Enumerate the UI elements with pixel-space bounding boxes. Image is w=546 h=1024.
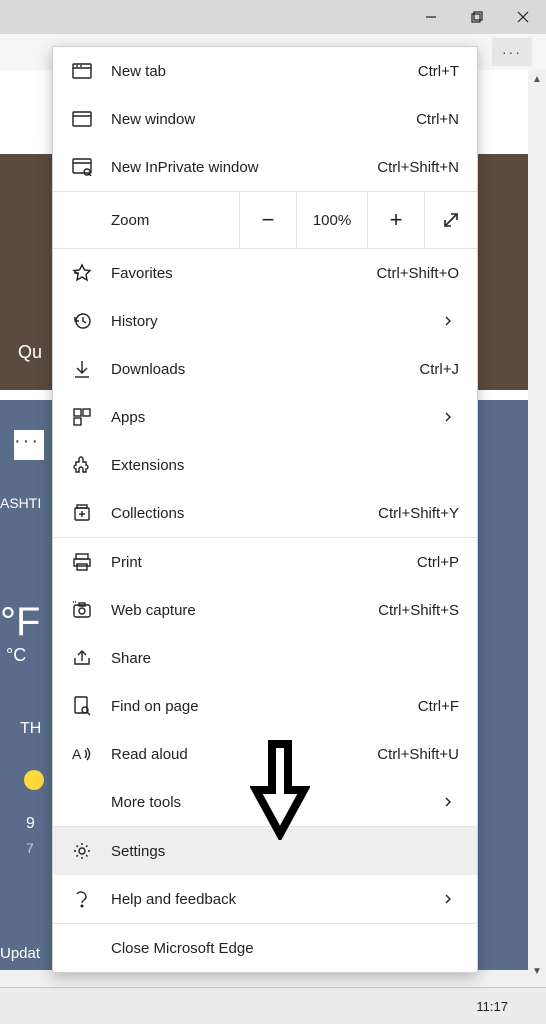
menu-item-share[interactable]: Share: [53, 634, 477, 682]
menu-shortcut: Ctrl+F: [418, 698, 459, 715]
bg-text: 7: [26, 840, 34, 856]
scroll-down-button[interactable]: ▼: [528, 962, 546, 980]
chevron-right-icon: [437, 310, 459, 332]
menu-label: Collections: [111, 505, 378, 522]
bg-ellipsis: ···: [14, 430, 44, 460]
menu-item-downloads[interactable]: Downloads Ctrl+J: [53, 345, 477, 393]
menu-shortcut: Ctrl+Shift+Y: [378, 505, 459, 522]
settings-menu: New tab Ctrl+T New window Ctrl+N New InP…: [52, 46, 478, 973]
menu-label: Favorites: [111, 265, 376, 282]
bg-text: TH: [20, 720, 41, 738]
menu-item-settings[interactable]: Settings: [53, 827, 477, 875]
menu-label: Apps: [111, 409, 437, 426]
menu-label: More tools: [111, 794, 437, 811]
menu-label: New tab: [111, 63, 418, 80]
menu-item-inprivate[interactable]: New InPrivate window Ctrl+Shift+N: [53, 143, 477, 191]
apps-icon: [71, 406, 93, 428]
menu-item-extensions[interactable]: Extensions: [53, 441, 477, 489]
svg-text:A: A: [72, 746, 82, 762]
sun-icon: [24, 770, 44, 790]
taskbar: 11:17: [0, 987, 546, 1024]
favorites-icon: [71, 262, 93, 284]
taskbar-clock: 11:17: [476, 999, 508, 1014]
chevron-right-icon: [437, 791, 459, 813]
readaloud-icon: A: [71, 743, 93, 765]
menu-item-history[interactable]: History: [53, 297, 477, 345]
bg-text: Qu: [18, 342, 42, 363]
menu-item-apps[interactable]: Apps: [53, 393, 477, 441]
more-options-button[interactable]: ···: [492, 38, 532, 66]
menu-label: Close Microsoft Edge: [111, 940, 459, 957]
menu-shortcut: Ctrl+P: [417, 554, 459, 571]
menu-label: Settings: [111, 843, 459, 860]
menu-item-new-window[interactable]: New window Ctrl+N: [53, 95, 477, 143]
menu-shortcut: Ctrl+Shift+O: [376, 265, 459, 282]
blank-icon: [71, 791, 93, 813]
bg-text: °F: [0, 600, 40, 645]
menu-label: Extensions: [111, 457, 459, 474]
history-icon: [71, 310, 93, 332]
share-icon: [71, 647, 93, 669]
menu-shortcut: Ctrl+Shift+S: [378, 602, 459, 619]
menu-item-webcapture[interactable]: Web capture Ctrl+Shift+S: [53, 586, 477, 634]
menu-item-find[interactable]: Find on page Ctrl+F: [53, 682, 477, 730]
zoom-label: Zoom: [53, 212, 239, 229]
menu-label: Downloads: [111, 361, 419, 378]
help-icon: [71, 888, 93, 910]
print-icon: [71, 551, 93, 573]
menu-item-collections[interactable]: Collections Ctrl+Shift+Y: [53, 489, 477, 537]
window-maximize-button[interactable]: [454, 0, 500, 34]
webcapture-icon: [71, 599, 93, 621]
menu-item-help[interactable]: Help and feedback: [53, 875, 477, 923]
bg-text: ASHTI: [0, 495, 41, 511]
menu-shortcut: Ctrl+T: [418, 63, 459, 80]
zoom-in-button[interactable]: +: [367, 192, 424, 248]
menu-label: History: [111, 313, 437, 330]
menu-label: Web capture: [111, 602, 378, 619]
menu-label: Read aloud: [111, 746, 377, 763]
menu-label: Share: [111, 650, 459, 667]
window-close-button[interactable]: [500, 0, 546, 34]
page-scrollbar[interactable]: ▲ ▼: [528, 70, 546, 980]
menu-item-moretools[interactable]: More tools: [53, 778, 477, 826]
menu-shortcut: Ctrl+J: [419, 361, 459, 378]
menu-item-readaloud[interactable]: A Read aloud Ctrl+Shift+U: [53, 730, 477, 778]
new-tab-icon: [71, 60, 93, 82]
menu-item-print[interactable]: Print Ctrl+P: [53, 538, 477, 586]
menu-item-close-edge[interactable]: Close Microsoft Edge: [53, 924, 477, 972]
blank-icon: [71, 937, 93, 959]
menu-zoom-row: Zoom − 100% +: [53, 192, 477, 248]
fullscreen-button[interactable]: [424, 192, 477, 248]
new-window-icon: [71, 108, 93, 130]
inprivate-icon: [71, 156, 93, 178]
menu-shortcut: Ctrl+Shift+U: [377, 746, 459, 763]
zoom-out-button[interactable]: −: [239, 192, 296, 248]
gear-icon: [71, 840, 93, 862]
zoom-value: 100%: [296, 192, 367, 248]
menu-label: Print: [111, 554, 417, 571]
window-titlebar: [0, 0, 546, 34]
menu-label: Find on page: [111, 698, 418, 715]
downloads-icon: [71, 358, 93, 380]
bg-text: °C: [6, 645, 26, 666]
bg-text: Updat: [0, 945, 40, 962]
menu-label: New InPrivate window: [111, 159, 377, 176]
chevron-right-icon: [437, 406, 459, 428]
scroll-up-button[interactable]: ▲: [528, 70, 546, 88]
bg-text: 9: [26, 815, 35, 833]
window-minimize-button[interactable]: [408, 0, 454, 34]
extensions-icon: [71, 454, 93, 476]
menu-shortcut: Ctrl+N: [416, 111, 459, 128]
menu-item-favorites[interactable]: Favorites Ctrl+Shift+O: [53, 249, 477, 297]
menu-shortcut: Ctrl+Shift+N: [377, 159, 459, 176]
menu-label: New window: [111, 111, 416, 128]
menu-label: Help and feedback: [111, 891, 437, 908]
chevron-right-icon: [437, 888, 459, 910]
scroll-track[interactable]: [528, 88, 546, 962]
collections-icon: [71, 502, 93, 524]
find-icon: [71, 695, 93, 717]
menu-item-new-tab[interactable]: New tab Ctrl+T: [53, 47, 477, 95]
